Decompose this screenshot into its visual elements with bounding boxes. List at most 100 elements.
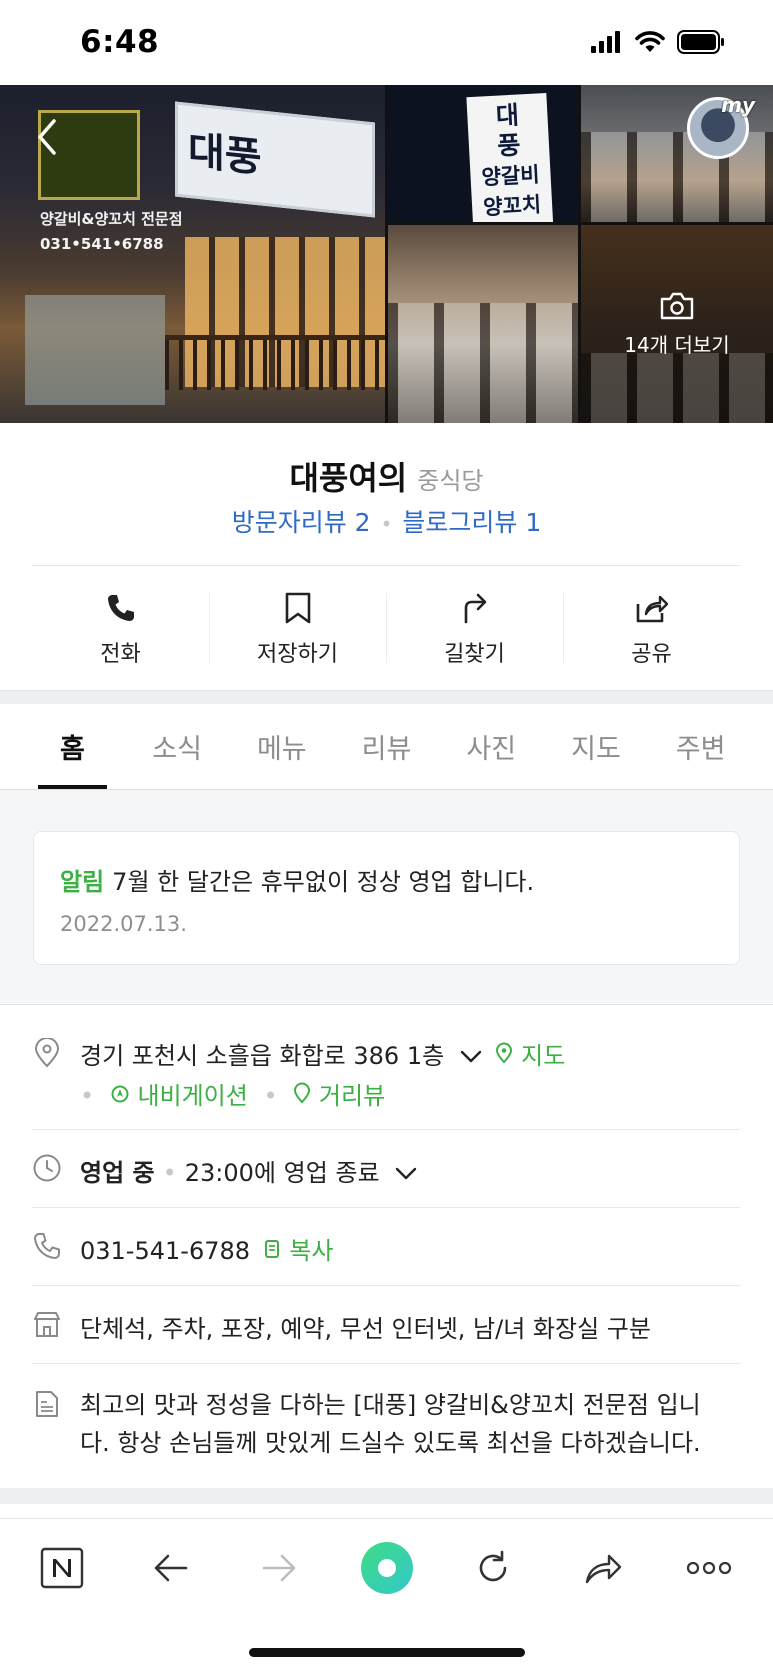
document-icon — [36, 1391, 58, 1417]
action-bar: 전화 저장하기 길찾기 공유 — [32, 575, 740, 685]
share-button[interactable]: 공유 — [563, 575, 740, 685]
description-row: 최고의 맛과 정성을 다하는 [대풍] 양갈비&양꼬치 전문점 입니 다. 항상… — [32, 1385, 740, 1465]
notice-card[interactable]: 알림 7월 한 달간은 휴무없이 정상 영업 합니다. 2022.07.13. — [33, 831, 740, 965]
header-divider — [32, 565, 740, 566]
copy-button[interactable]: 복사 — [264, 1237, 333, 1265]
storefront-sign-text: 대풍 — [188, 127, 262, 182]
map-link[interactable]: 지도 — [495, 1042, 565, 1070]
tab-nearby[interactable]: 주변 — [648, 704, 753, 789]
navigation-link-label: 내비게이션 — [137, 1082, 248, 1110]
share-arrow-icon — [585, 1554, 622, 1584]
chevron-down-icon[interactable] — [460, 1050, 482, 1064]
storefront-railing — [165, 335, 385, 390]
tab-photos[interactable]: 사진 — [439, 704, 544, 789]
notice-date: 2022.07.13. — [60, 912, 187, 936]
visitor-reviews-link[interactable]: 방문자리뷰 2 — [232, 508, 371, 537]
row-divider — [32, 1363, 740, 1364]
storefront-side-sign: 양갈비&양꼬치 전문점 031•541•6788 — [40, 207, 183, 257]
save-button[interactable]: 저장하기 — [209, 575, 386, 685]
call-button[interactable]: 전화 — [32, 575, 209, 685]
more-photos-tile[interactable]: 14개 더보기 — [581, 225, 773, 423]
copy-icon — [264, 1240, 279, 1258]
refresh-icon — [479, 1550, 507, 1582]
save-label: 저장하기 — [257, 642, 338, 667]
place-header: 대풍여의 중식당 방문자리뷰 2 • 블로그리뷰 1 — [0, 423, 773, 565]
battery-icon — [677, 30, 724, 54]
row-divider — [32, 1207, 740, 1208]
interior-photo-1[interactable]: my — [581, 85, 773, 222]
notice-line: 알림 7월 한 달간은 휴무없이 정상 영업 합니다. — [60, 862, 534, 897]
address-sub-links: • 내비게이션 • 거리뷰 — [80, 1076, 385, 1111]
tab-menu[interactable]: 메뉴 — [229, 704, 334, 789]
address-line: 경기 포천시 소흘읍 화합로 386 1층 지도 — [80, 1036, 565, 1071]
vertical-banner: 대 풍 양갈비 양꼬치 — [466, 93, 554, 222]
notice-section: 알림 7월 한 달간은 휴무없이 정상 영업 합니다. 2022.07.13. — [0, 790, 773, 1005]
more-options-button[interactable] — [684, 1543, 734, 1593]
facilities-row: 단체석, 주차, 포장, 예약, 무선 인터넷, 남/녀 화장실 구분 — [32, 1309, 740, 1349]
tab-news[interactable]: 소식 — [125, 704, 230, 789]
map-link-label: 지도 — [521, 1042, 566, 1070]
forward-nav-button[interactable] — [254, 1543, 304, 1593]
address-text: 경기 포천시 소흘읍 화합로 386 1층 — [80, 1042, 445, 1070]
banner-char: 대 — [495, 100, 520, 131]
notice-tag: 알림 — [60, 868, 105, 896]
more-dots-icon — [686, 1561, 732, 1575]
directions-button[interactable]: 길찾기 — [386, 575, 563, 685]
facilities-text: 단체석, 주차, 포장, 예약, 무선 인터넷, 남/녀 화장실 구분 — [80, 1315, 651, 1343]
arrow-right-icon — [262, 1554, 296, 1582]
map-pin-icon — [496, 1042, 513, 1064]
place-name: 대풍여의 — [289, 459, 408, 497]
storefront-door — [25, 295, 165, 405]
interior-photo-2[interactable] — [388, 225, 578, 423]
hours-line: 영업 중 • 23:00에 영업 종료 — [80, 1153, 417, 1188]
my-badge: my — [721, 93, 755, 117]
street-view-link[interactable]: 거리뷰 — [293, 1082, 385, 1110]
review-links: 방문자리뷰 2 • 블로그리뷰 1 — [0, 503, 773, 539]
storefront-sign: 대풍 — [175, 101, 375, 218]
more-photos-label: 14개 더보기 — [624, 332, 730, 357]
status-time: 6:48 — [80, 24, 160, 60]
place-category: 중식당 — [417, 467, 484, 495]
banner-photo[interactable]: 대 풍 양갈비 양꼬치 — [388, 85, 578, 222]
hours-row[interactable]: 영업 중 • 23:00에 영업 종료 — [32, 1153, 740, 1193]
street-view-pin-icon — [294, 1082, 311, 1104]
main-photo[interactable]: 양갈비&양꼬치 전문점 031•541•6788 대풍 — [0, 85, 385, 423]
phone-number[interactable]: 031-541-6788 — [80, 1237, 250, 1265]
separator-dot: • — [162, 1159, 177, 1187]
section-gap — [0, 690, 773, 704]
photo-gallery: 양갈비&양꼬치 전문점 031•541•6788 대풍 대 풍 양갈비 양꼬치 … — [0, 85, 773, 423]
interior-tables — [388, 303, 578, 423]
tab-reviews[interactable]: 리뷰 — [334, 704, 439, 789]
arrow-left-icon — [154, 1554, 188, 1582]
description-line-1: 최고의 맛과 정성을 다하는 [대풍] 양갈비&양꼬치 전문점 입니 — [80, 1391, 701, 1419]
navigation-icon — [111, 1085, 129, 1103]
tab-map[interactable]: 지도 — [544, 704, 649, 789]
hours-status: 영업 중 — [80, 1159, 155, 1187]
back-button[interactable] — [30, 115, 64, 159]
navigation-link[interactable]: 내비게이션 — [110, 1082, 256, 1110]
banner-text: 대 풍 양갈비 양꼬치 — [475, 99, 545, 222]
status-icons — [591, 30, 725, 54]
refresh-button[interactable] — [468, 1543, 518, 1593]
back-nav-button[interactable] — [146, 1543, 196, 1593]
naver-home-button[interactable] — [37, 1543, 87, 1593]
share-page-button[interactable] — [578, 1543, 628, 1593]
title-row: 대풍여의 중식당 — [0, 453, 773, 499]
wifi-icon — [635, 31, 665, 52]
tab-bar: 홈 소식 메뉴 리뷰 사진 지도 주변 — [0, 704, 773, 790]
interior-tables — [581, 132, 773, 222]
directions-label: 길찾기 — [444, 642, 505, 667]
clock-icon — [33, 1154, 61, 1182]
blog-reviews-link[interactable]: 블로그리뷰 1 — [402, 508, 541, 537]
side-sign-line: 031•541•6788 — [40, 235, 164, 253]
tab-home[interactable]: 홈 — [20, 704, 125, 789]
banner-char: 풍 — [496, 130, 522, 161]
chevron-down-icon[interactable] — [395, 1167, 417, 1181]
green-dot-icon — [361, 1542, 413, 1594]
separator-dot: • — [263, 1082, 278, 1110]
more-photos-overlay[interactable]: 14개 더보기 — [581, 225, 773, 423]
share-label: 공유 — [631, 642, 672, 667]
home-indicator[interactable] — [249, 1648, 525, 1657]
green-dot-button[interactable] — [360, 1541, 414, 1595]
row-divider — [32, 1129, 740, 1130]
